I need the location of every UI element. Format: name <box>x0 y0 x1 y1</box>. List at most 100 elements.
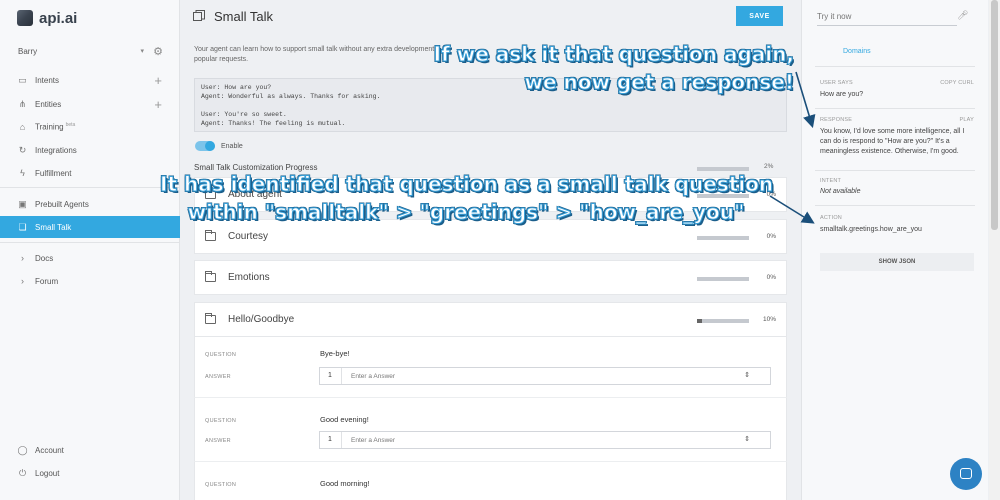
category-name: Emotions <box>228 272 270 283</box>
agent-name: Barry <box>18 46 38 56</box>
sidebar-item-training[interactable]: ⌂ Training beta <box>0 116 180 138</box>
question-label: QUESTION <box>205 418 237 424</box>
add-entity-icon[interactable]: + <box>154 97 162 112</box>
response-label: RESPONSE <box>820 117 853 123</box>
folder-icon <box>205 230 216 241</box>
right-panel <box>801 0 988 500</box>
sidebar-item-label: Small Talk <box>35 222 72 232</box>
answer-label: ANSWER <box>205 438 231 444</box>
annotation-top: If we ask it that question again, we now… <box>433 40 795 96</box>
sidebar-item-label: Prebuilt Agents <box>35 199 89 209</box>
sidebar-item-text: Training <box>35 122 64 132</box>
logo[interactable]: api.ai <box>17 8 77 28</box>
chat-bubble-icon <box>960 468 972 479</box>
panel-divider <box>815 205 975 206</box>
annotation-top-line2: we now get a response! <box>524 70 795 95</box>
show-json-button[interactable]: SHOW JSON <box>820 253 974 271</box>
answer-input[interactable]: 1 Enter a Answer ⇕ <box>319 367 771 385</box>
annotation-top-line1: If we ask it that question again, <box>433 42 794 67</box>
scrollbar[interactable] <box>989 0 1000 500</box>
sidebar-item-account[interactable]: ◯ Account <box>0 439 180 461</box>
answer-placeholder: Enter a Answer <box>351 373 396 380</box>
sidebar-item-small-talk[interactable]: ❏ Small Talk <box>0 216 180 238</box>
enable-toggle-row: Enable <box>195 141 243 151</box>
refresh-icon: ↻ <box>18 144 27 155</box>
annotation-middle: It has identified that question as a sma… <box>160 170 774 226</box>
intent-label: INTENT <box>820 178 842 184</box>
gear-icon[interactable]: ⚙ <box>153 45 163 58</box>
try-it-now-input[interactable] <box>817 8 957 26</box>
qa-item: QUESTION Good morning! <box>194 461 787 500</box>
add-intent-icon[interactable]: + <box>154 73 162 88</box>
category-progress-fill <box>697 319 703 323</box>
sidebar-item-label: Forum <box>35 276 59 286</box>
sidebar-item-label: Docs <box>35 253 54 263</box>
sidebar-item-label: Fulfillment <box>35 168 72 178</box>
question-text: Good morning! <box>320 479 370 488</box>
category-percent: 0% <box>766 233 776 240</box>
folder-icon <box>205 313 216 324</box>
scrollbar-thumb[interactable] <box>991 0 998 230</box>
category-name: Hello/Goodbye <box>228 314 295 325</box>
sidebar-item-integrations[interactable]: ↻ Integrations <box>0 139 180 161</box>
category-emotions[interactable]: Emotions 0% <box>194 260 787 295</box>
answer-separator <box>341 432 342 448</box>
microphone-icon[interactable]: 🎤︎ <box>957 10 968 21</box>
action-label: ACTION <box>820 215 842 221</box>
panel-divider <box>815 170 975 171</box>
progress-percent: 2% <box>764 163 774 170</box>
description-text: Your agent can learn how to support smal… <box>194 46 437 63</box>
action-value: smalltalk.greetings.how_are_you <box>820 226 922 233</box>
logo-cube-icon <box>17 10 33 26</box>
chevron-right-icon: › <box>21 276 24 286</box>
answer-separator <box>341 368 342 384</box>
category-percent: 0% <box>766 274 776 281</box>
sidebar-divider <box>0 242 180 243</box>
sidebar-item-entities[interactable]: ⋔ Entities + <box>0 93 180 115</box>
sidebar-item-logout[interactable]: ⏻ Logout <box>0 462 180 484</box>
inbox-icon: ▣ <box>18 198 27 209</box>
sidebar-item-label: Integrations <box>35 145 77 155</box>
graduation-cap-icon: ⌂ <box>19 122 26 132</box>
save-button[interactable]: SAVE <box>736 6 783 26</box>
folder-icon <box>205 271 216 282</box>
support-chat-button[interactable] <box>950 458 982 490</box>
sidebar-item-label: Account <box>35 445 64 455</box>
tab-domains[interactable]: Domains <box>843 48 871 55</box>
agent-selector[interactable]: Barry ▾ ⚙ <box>18 44 166 58</box>
category-progress-bar <box>697 277 749 281</box>
annotation-middle-line1: It has identified that question as a sma… <box>160 172 774 197</box>
chevron-down-icon[interactable]: ▾ <box>140 47 144 55</box>
answer-input[interactable]: 1 Enter a Answer ⇕ <box>319 431 771 449</box>
enable-toggle[interactable] <box>195 141 215 151</box>
qa-item: QUESTION Good evening! ANSWER 1 Enter a … <box>194 397 787 461</box>
stepper-icon[interactable]: ⇕ <box>744 371 750 379</box>
chat-bubble-icon: ▭ <box>18 74 27 85</box>
response-value: You know, I'd love some more intelligenc… <box>820 128 965 155</box>
enable-label: Enable <box>221 142 243 150</box>
play-link[interactable]: PLAY <box>960 117 974 123</box>
stepper-icon[interactable]: ⇕ <box>744 435 750 443</box>
category-percent: 10% <box>762 316 776 323</box>
sitemap-icon: ⋔ <box>18 98 27 109</box>
answer-number: 1 <box>328 436 332 443</box>
sidebar-item-fulfillment[interactable]: ϟ Fulfillment <box>0 162 180 184</box>
category-name: Courtesy <box>228 231 269 242</box>
sidebar-item-label: Entities <box>35 99 62 109</box>
category-progress-bar <box>697 319 749 323</box>
category-hello-goodbye[interactable]: Hello/Goodbye 10% <box>194 302 787 337</box>
sidebar-item-prebuilt-agents[interactable]: ▣ Prebuilt Agents <box>0 193 180 215</box>
question-label: QUESTION <box>205 352 237 358</box>
panel-divider <box>815 108 975 109</box>
copy-curl-link[interactable]: COPY CURL <box>940 80 974 86</box>
sidebar-item-forum[interactable]: › Forum <box>0 270 180 292</box>
answer-number: 1 <box>328 372 332 379</box>
sidebar-item-intents[interactable]: ▭ Intents + <box>0 69 180 91</box>
sidebar-item-docs[interactable]: › Docs <box>0 247 180 269</box>
logo-text: api.ai <box>39 9 78 27</box>
user-says-value: How are you? <box>820 91 864 98</box>
example-line: Agent: Thanks! The feeling is mutual. <box>201 120 346 127</box>
sidebar-item-label: Training beta <box>35 122 75 132</box>
sidebar-divider <box>0 187 180 188</box>
question-label: QUESTION <box>205 482 237 488</box>
